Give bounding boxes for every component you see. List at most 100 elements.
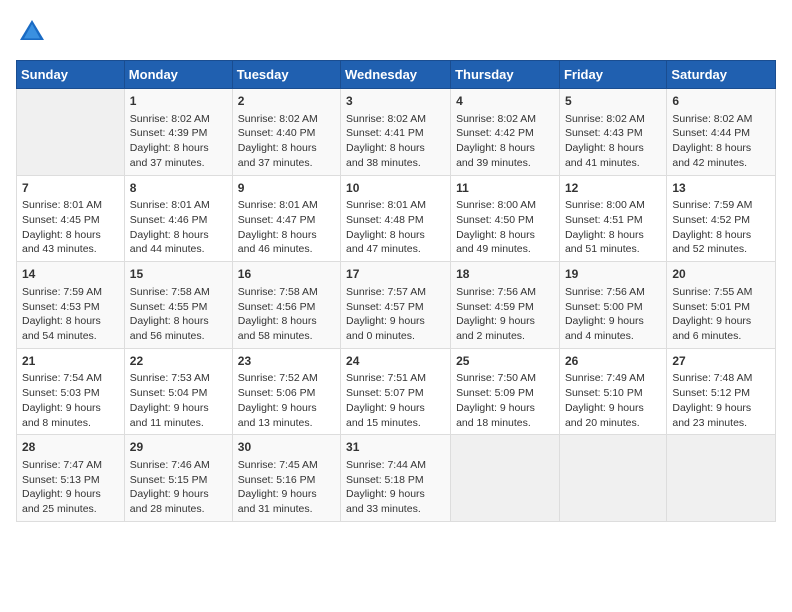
calendar-cell: 19 Sunrise: 7:56 AM Sunset: 5:00 PM Dayli… [559, 262, 666, 349]
calendar-cell [667, 435, 776, 522]
day-header-sunday: Sunday [17, 61, 125, 89]
day-info: Sunrise: 7:50 AM Sunset: 5:09 PM Dayligh… [456, 371, 554, 430]
calendar-cell: 24Sunrise: 7:51 AM Sunset: 5:07 PM Dayli… [341, 348, 451, 435]
day-info: Sunrise: 7:52 AM Sunset: 5:06 PM Dayligh… [238, 371, 335, 430]
day-number: 9 [238, 180, 335, 197]
day-header-tuesday: Tuesday [232, 61, 340, 89]
day-number: 28 [22, 439, 119, 456]
week-row-2: 7Sunrise: 8:01 AM Sunset: 4:45 PM Daylig… [17, 175, 776, 262]
day-number: 25 [456, 353, 554, 370]
day-number: 27 [672, 353, 770, 370]
day-number: 6 [672, 93, 770, 110]
day-info: Sunrise: 8:00 AM Sunset: 4:50 PM Dayligh… [456, 198, 554, 257]
day-number: 16 [238, 266, 335, 283]
day-number: 10 [346, 180, 445, 197]
day-header-saturday: Saturday [667, 61, 776, 89]
day-number: 19 [565, 266, 661, 283]
day-info: Sunrise: 7:48 AM Sunset: 5:12 PM Dayligh… [672, 371, 770, 430]
day-number: 11 [456, 180, 554, 197]
day-number: 21 [22, 353, 119, 370]
calendar-cell [559, 435, 666, 522]
day-info: Sunrise: 7:44 AM Sunset: 5:18 PM Dayligh… [346, 458, 445, 517]
week-row-4: 21Sunrise: 7:54 AM Sunset: 5:03 PM Dayli… [17, 348, 776, 435]
calendar-cell: 31 Sunrise: 7:44 AM Sunset: 5:18 PM Dayli… [341, 435, 451, 522]
day-number: 26 [565, 353, 661, 370]
calendar-cell: 14Sunrise: 7:59 AM Sunset: 4:53 PM Dayli… [17, 262, 125, 349]
logo [16, 16, 52, 48]
day-info: Sunrise: 7:51 AM Sunset: 5:07 PM Dayligh… [346, 371, 445, 430]
day-info: Sunrise: 7:53 AM Sunset: 5:04 PM Dayligh… [130, 371, 227, 430]
calendar-cell: 3Sunrise: 8:02 AM Sunset: 4:41 PM Daylig… [341, 89, 451, 176]
calendar-cell: 5 Sunrise: 8:02 AM Sunset: 4:43 PM Daylig… [559, 89, 666, 176]
week-row-5: 28 Sunrise: 7:47 AM Sunset: 5:13 PM Dayli… [17, 435, 776, 522]
day-info: Sunrise: 7:59 AM Sunset: 4:53 PM Dayligh… [22, 285, 119, 344]
calendar-cell: 12Sunrise: 8:00 AM Sunset: 4:51 PM Dayli… [559, 175, 666, 262]
day-info: Sunrise: 8:00 AM Sunset: 4:51 PM Dayligh… [565, 198, 661, 257]
day-number: 2 [238, 93, 335, 110]
day-info: Sunrise: 8:01 AM Sunset: 4:47 PM Dayligh… [238, 198, 335, 257]
calendar-cell: 4 Sunrise: 8:02 AM Sunset: 4:42 PM Daylig… [451, 89, 560, 176]
calendar-cell: 2 Sunrise: 8:02 AM Sunset: 4:40 PM Daylig… [232, 89, 340, 176]
day-info: Sunrise: 7:58 AM Sunset: 4:56 PM Dayligh… [238, 285, 335, 344]
day-info: Sunrise: 8:02 AM Sunset: 4:44 PM Dayligh… [672, 112, 770, 171]
day-number: 12 [565, 180, 661, 197]
calendar-cell: 25Sunrise: 7:50 AM Sunset: 5:09 PM Dayli… [451, 348, 560, 435]
day-info: Sunrise: 8:02 AM Sunset: 4:39 PM Dayligh… [130, 112, 227, 171]
day-number: 1 [130, 93, 227, 110]
day-header-wednesday: Wednesday [341, 61, 451, 89]
day-header-friday: Friday [559, 61, 666, 89]
calendar-cell: 1 Sunrise: 8:02 AM Sunset: 4:39 PM Daylig… [124, 89, 232, 176]
week-row-1: 1 Sunrise: 8:02 AM Sunset: 4:39 PM Daylig… [17, 89, 776, 176]
day-info: Sunrise: 7:55 AM Sunset: 5:01 PM Dayligh… [672, 285, 770, 344]
calendar-cell: 29 Sunrise: 7:46 AM Sunset: 5:15 PM Dayli… [124, 435, 232, 522]
day-number: 22 [130, 353, 227, 370]
day-number: 8 [130, 180, 227, 197]
calendar-cell: 8Sunrise: 8:01 AM Sunset: 4:46 PM Daylig… [124, 175, 232, 262]
calendar-cell: 13Sunrise: 7:59 AM Sunset: 4:52 PM Dayli… [667, 175, 776, 262]
logo-icon [16, 16, 48, 48]
calendar-cell: 10Sunrise: 8:01 AM Sunset: 4:48 PM Dayli… [341, 175, 451, 262]
calendar-header-row: SundayMondayTuesdayWednesdayThursdayFrid… [17, 61, 776, 89]
day-info: Sunrise: 8:02 AM Sunset: 4:40 PM Dayligh… [238, 112, 335, 171]
page-header [16, 16, 776, 48]
day-number: 31 [346, 439, 445, 456]
day-info: Sunrise: 8:02 AM Sunset: 4:42 PM Dayligh… [456, 112, 554, 171]
calendar-cell: 23Sunrise: 7:52 AM Sunset: 5:06 PM Dayli… [232, 348, 340, 435]
day-info: Sunrise: 7:45 AM Sunset: 5:16 PM Dayligh… [238, 458, 335, 517]
day-number: 7 [22, 180, 119, 197]
day-number: 29 [130, 439, 227, 456]
day-info: Sunrise: 7:46 AM Sunset: 5:15 PM Dayligh… [130, 458, 227, 517]
day-info: Sunrise: 8:02 AM Sunset: 4:43 PM Dayligh… [565, 112, 661, 171]
calendar-table: SundayMondayTuesdayWednesdayThursdayFrid… [16, 60, 776, 522]
day-header-monday: Monday [124, 61, 232, 89]
day-number: 24 [346, 353, 445, 370]
day-info: Sunrise: 7:56 AM Sunset: 5:00 PM Dayligh… [565, 285, 661, 344]
calendar-cell: 7Sunrise: 8:01 AM Sunset: 4:45 PM Daylig… [17, 175, 125, 262]
day-info: Sunrise: 8:01 AM Sunset: 4:46 PM Dayligh… [130, 198, 227, 257]
calendar-cell: 20Sunrise: 7:55 AM Sunset: 5:01 PM Dayli… [667, 262, 776, 349]
calendar-cell: 21Sunrise: 7:54 AM Sunset: 5:03 PM Dayli… [17, 348, 125, 435]
day-number: 5 [565, 93, 661, 110]
calendar-cell: 28 Sunrise: 7:47 AM Sunset: 5:13 PM Dayli… [17, 435, 125, 522]
day-info: Sunrise: 7:47 AM Sunset: 5:13 PM Dayligh… [22, 458, 119, 517]
day-info: Sunrise: 8:01 AM Sunset: 4:45 PM Dayligh… [22, 198, 119, 257]
calendar-cell: 30 Sunrise: 7:45 AM Sunset: 5:16 PM Dayli… [232, 435, 340, 522]
calendar-cell: 6 Sunrise: 8:02 AM Sunset: 4:44 PM Daylig… [667, 89, 776, 176]
day-number: 30 [238, 439, 335, 456]
day-number: 15 [130, 266, 227, 283]
day-header-thursday: Thursday [451, 61, 560, 89]
day-info: Sunrise: 7:54 AM Sunset: 5:03 PM Dayligh… [22, 371, 119, 430]
day-info: Sunrise: 7:58 AM Sunset: 4:55 PM Dayligh… [130, 285, 227, 344]
day-info: Sunrise: 7:56 AM Sunset: 4:59 PM Dayligh… [456, 285, 554, 344]
day-info: Sunrise: 7:49 AM Sunset: 5:10 PM Dayligh… [565, 371, 661, 430]
calendar-cell: 18 Sunrise: 7:56 AM Sunset: 4:59 PM Dayli… [451, 262, 560, 349]
calendar-cell [451, 435, 560, 522]
day-number: 23 [238, 353, 335, 370]
day-number: 4 [456, 93, 554, 110]
calendar-cell: 26Sunrise: 7:49 AM Sunset: 5:10 PM Dayli… [559, 348, 666, 435]
day-number: 17 [346, 266, 445, 283]
day-number: 18 [456, 266, 554, 283]
calendar-cell [17, 89, 125, 176]
day-number: 13 [672, 180, 770, 197]
week-row-3: 14Sunrise: 7:59 AM Sunset: 4:53 PM Dayli… [17, 262, 776, 349]
